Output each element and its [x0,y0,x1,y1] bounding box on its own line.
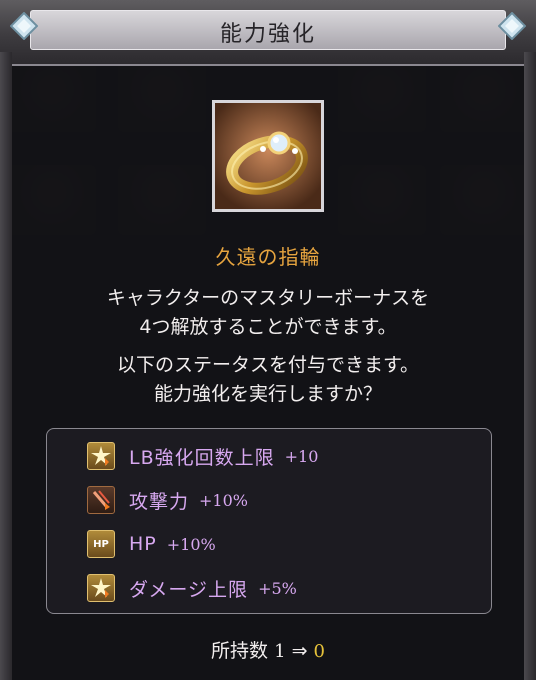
owned-before: 1 [274,641,286,662]
owned-label: 所持数 [211,640,269,662]
effect-value: +10% [166,534,216,554]
effect-value: +10% [199,490,248,510]
effect-value: +10 [284,446,319,466]
owned-after: 0 [313,641,325,662]
diamond-gem-icon [10,12,38,40]
description-line: キャラクターのマスタリーボーナスを [106,287,430,309]
effect-row: 攻撃力 +10% [87,483,248,517]
arrow-icon: ⇒ [291,640,308,662]
confirm-line: 以下のステータスを付与できます。 [116,354,420,376]
effect-label: ダメージ上限 [129,578,249,601]
hp-icon: HP [87,530,115,558]
effect-row: LB強化回数上限 +10 [87,439,318,473]
confirm-line: 能力強化を実行しますか？ [153,383,382,405]
sword-attack-icon [87,486,115,514]
effects-panel: LB強化回数上限 +10 攻撃力 +10% HP HP +10% ダメージ上限 … [46,428,492,614]
item-image-frame [212,100,324,212]
star-burst-icon [87,442,115,470]
dialog-title-bar: 能力強化 [0,0,536,66]
confirm-prompt: 以下のステータスを付与できます。 能力強化を実行しますか？ [0,351,536,409]
star-burst-icon [87,574,115,602]
dialog-title: 能力強化 [219,22,316,47]
enhance-dialog: 能力強化 久遠の指輪 キャラクターのマスタリーボーナスを 4つ解放することができ… [0,0,536,680]
effect-label: 攻撃力 [129,490,190,513]
effect-row: HP HP +10% [87,527,216,561]
ring-icon [215,103,321,209]
owned-count: 所持数 1 ⇒ 0 [0,636,536,663]
effect-label: LB強化回数上限 [129,446,275,469]
hp-icon-text: HP [93,538,109,550]
description-line: 4つ解放することができます。 [139,316,397,338]
item-description: キャラクターのマスタリーボーナスを 4つ解放することができます。 [0,284,536,342]
diamond-gem-icon [498,12,526,40]
effect-row: ダメージ上限 +5% [87,571,297,605]
item-name: 久遠の指輪 [215,245,321,269]
effect-label: HP [129,533,157,555]
effect-value: +5% [258,578,297,598]
